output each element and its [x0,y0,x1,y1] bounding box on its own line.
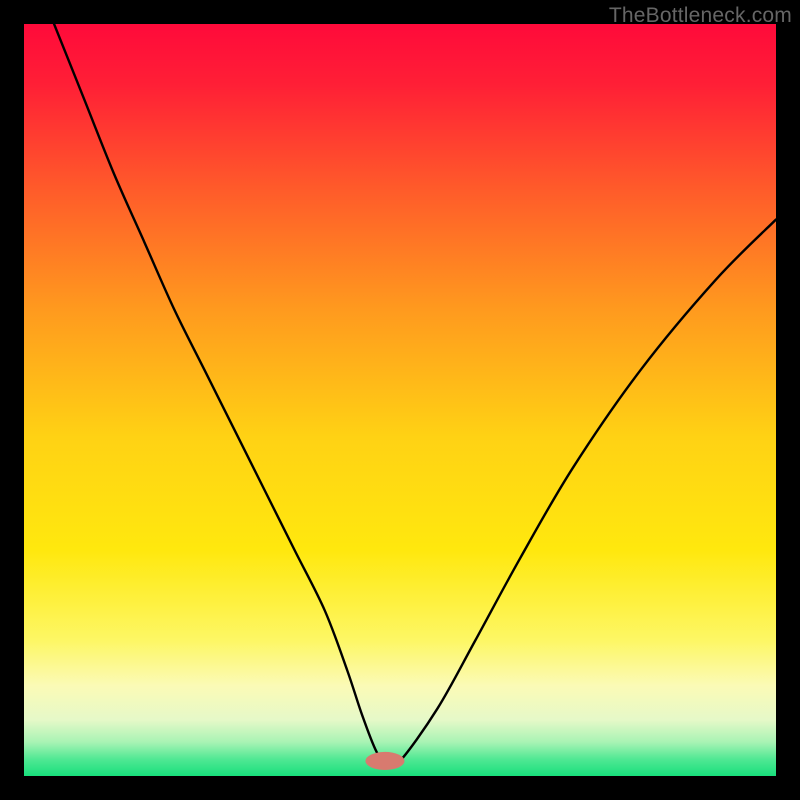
plot-area [24,24,776,776]
watermark-text: TheBottleneck.com [609,4,792,28]
bottleneck-chart [24,24,776,776]
gradient-background [24,24,776,776]
chart-frame: TheBottleneck.com [0,0,800,800]
optimal-point-marker [365,752,404,770]
